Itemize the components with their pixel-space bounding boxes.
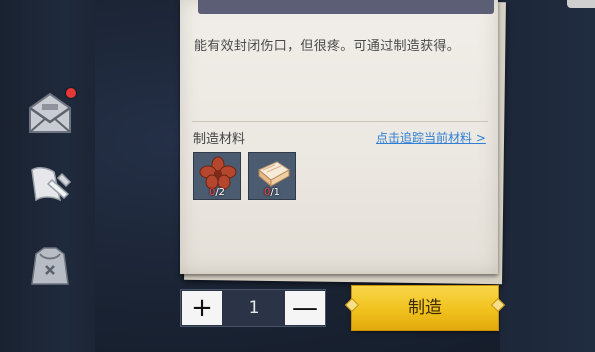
divider	[192, 121, 488, 122]
notification-dot	[66, 88, 76, 98]
item-description: 能有效封闭伤口，但很疼。可通过制造获得。	[194, 39, 461, 54]
decrease-button[interactable]: —	[285, 291, 325, 325]
material-slot-cloth[interactable]: 0/1	[248, 152, 296, 200]
item-header-bar	[198, 0, 494, 14]
craft-button[interactable]: 制造	[344, 286, 506, 330]
right-panel-edge	[500, 0, 595, 352]
material-count: 0/1	[263, 187, 281, 198]
sidebar	[0, 0, 95, 352]
materials-label: 制造材料	[193, 132, 246, 147]
track-materials-link[interactable]: 点击追踪当前材料 >	[376, 129, 486, 146]
craft-button-label: 制造	[408, 298, 442, 318]
cloth-bandage-icon	[258, 161, 290, 188]
right-corner-ornament	[567, 0, 595, 8]
material-count: 0/2	[208, 187, 226, 198]
red-flower-icon	[199, 156, 237, 190]
material-slot-flower[interactable]: 0/2	[193, 152, 241, 200]
quantity-value[interactable]: 1	[223, 290, 285, 326]
increase-button[interactable]: +	[182, 291, 222, 325]
quantity-stepper: + 1 —	[180, 289, 326, 327]
crafting-scroll-icon[interactable]	[24, 160, 76, 212]
backpack-icon[interactable]	[24, 240, 76, 292]
